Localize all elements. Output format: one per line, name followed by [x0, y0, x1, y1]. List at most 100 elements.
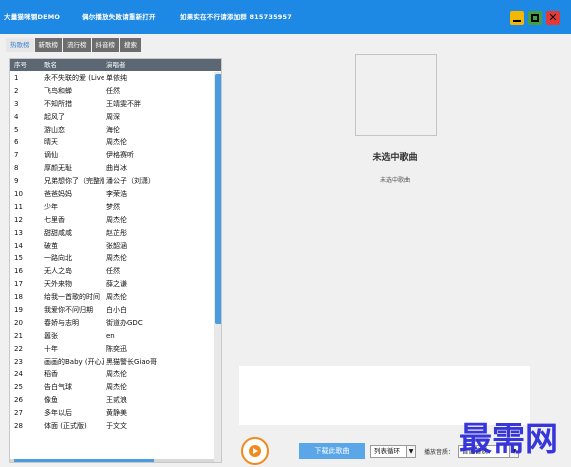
header-name[interactable]: 歌名: [44, 59, 57, 71]
current-song-subtitle: 未选中歌曲: [379, 177, 410, 184]
table-row[interactable]: 19 我爱你不问归期 白小白: [10, 304, 214, 317]
row-artist: 周杰伦: [106, 138, 127, 147]
table-row[interactable]: 22 十年 陈奕迅: [10, 343, 214, 356]
row-artist: 周杰伦: [106, 215, 127, 224]
table-row[interactable]: 16 无人之岛 任然: [10, 265, 214, 278]
row-song-name: 像鱼: [44, 396, 58, 405]
quality-label: 播放音质：: [424, 449, 455, 456]
row-song-name: 我爱你不问归期: [44, 306, 93, 315]
tab-pop[interactable]: 流行榜: [63, 38, 91, 52]
row-artist: 张韶涵: [106, 241, 127, 250]
row-artist: 于文文: [106, 422, 127, 431]
row-index: 12: [14, 215, 23, 224]
table-row[interactable]: 4 起风了 周深: [10, 111, 214, 124]
song-list: 序号 歌名 演唱者 1 永不失联的爱 (Live) 单依纯 2 飞鸟和蝉 任然 3 不知所措王…: [9, 58, 222, 463]
play-button[interactable]: [241, 437, 269, 465]
row-song-name: 飞鸟和蝉: [44, 86, 72, 95]
table-row[interactable]: 5 游山恋 海伦: [10, 124, 214, 137]
row-artist: 王靖雯不胖: [106, 99, 141, 108]
table-row[interactable]: 21 嚣张 en: [10, 330, 214, 343]
contact-text: 如果实在不行请添加群 815735957: [180, 13, 292, 21]
row-artist: 黄静美: [106, 409, 127, 418]
table-row[interactable]: 6 晴天 周杰伦: [10, 136, 214, 149]
row-song-name: 一路向北: [44, 254, 72, 263]
chart-tabs: 热歌榜 新歌榜 流行榜 抖音榜 搜索: [6, 38, 142, 52]
table-row[interactable]: 28 体面 (正式版) 于文文: [10, 420, 214, 433]
table-row[interactable]: 1 永不失联的爱 (Live) 单依纯: [10, 72, 214, 85]
close-button[interactable]: ✕: [546, 11, 560, 25]
row-song-name: 嚣张: [44, 331, 58, 340]
app-window: 大量猫咪钢DEMO 偶尔播放失败请重新打开 如果实在不行请添加群 8157359…: [0, 0, 571, 467]
row-artist: 周杰伦: [106, 254, 127, 263]
download-button[interactable]: 下载此歌曲: [299, 443, 365, 459]
row-artist: 街道办GDC: [106, 318, 143, 327]
tab-search[interactable]: 搜索: [120, 38, 141, 52]
row-index: 15: [14, 254, 23, 263]
row-song-name: 天外来物: [44, 280, 72, 289]
header-artist[interactable]: 演唱者: [106, 59, 126, 71]
row-song-name: 春娇与志明: [44, 318, 79, 327]
row-index: 11: [14, 202, 23, 211]
loop-mode-select[interactable]: 列表循环 ▼: [370, 445, 416, 458]
row-song-name: 爸爸妈妈: [44, 190, 72, 199]
table-row[interactable]: 15 一路向北 周杰伦: [10, 252, 214, 265]
table-row[interactable]: 23 画画的Baby (开心真...黑猫警长Giao哥: [10, 356, 214, 369]
table-row[interactable]: 7 谪仙 伊格赛听: [10, 149, 214, 162]
row-song-name: 给我一首歌的时间: [44, 293, 100, 302]
row-index: 5: [14, 125, 19, 134]
table-row[interactable]: 26 像鱼 王贰浪: [10, 394, 214, 407]
table-row[interactable]: 18 给我一首歌的时间 周杰伦: [10, 291, 214, 304]
row-index: 4: [14, 112, 19, 121]
table-row[interactable]: 3 不知所措 王靖雯不胖: [10, 98, 214, 111]
minimize-button[interactable]: [510, 11, 524, 25]
horizontal-scroll-thumb[interactable]: [14, 459, 154, 462]
row-song-name: 无人之岛: [44, 267, 72, 276]
row-index: 7: [14, 151, 19, 160]
row-song-name: 画画的Baby (开心真...: [44, 357, 104, 366]
table-row[interactable]: 13 甜甜咸咸 赵芷彤: [10, 227, 214, 240]
tab-douyin[interactable]: 抖音榜: [91, 38, 119, 52]
table-row[interactable]: 10 爸爸妈妈 李荣浩: [10, 188, 214, 201]
table-row[interactable]: 9 兄弟想你了（完整版...潘公子（刘潇）: [10, 175, 214, 188]
table-row[interactable]: 17 天外来物 薛之谦: [10, 278, 214, 291]
row-song-name: 永不失联的爱 (Live): [44, 74, 104, 82]
row-artist: 潘公子（刘潇）: [106, 177, 155, 186]
tab-hot[interactable]: 热歌榜: [6, 38, 34, 52]
table-row[interactable]: 27 多年以后 黄静美: [10, 407, 214, 420]
row-song-name: 不知所措: [44, 99, 72, 108]
tab-new[interactable]: 新歌榜: [34, 38, 62, 52]
row-index: 1: [14, 74, 19, 82]
table-row[interactable]: 14 破茧 张韶涵: [10, 240, 214, 253]
album-cover: [355, 54, 437, 136]
vertical-scrollbar[interactable]: [214, 72, 221, 462]
maximize-button[interactable]: [528, 11, 542, 25]
row-index: 26: [14, 396, 23, 405]
row-index: 21: [14, 331, 23, 340]
row-index: 14: [14, 241, 23, 250]
table-row[interactable]: 25 告白气球 周杰伦: [10, 381, 214, 394]
table-row[interactable]: 24 稻香 周杰伦: [10, 368, 214, 381]
current-song-title: 未选中歌曲: [372, 153, 418, 163]
row-artist: 周杰伦: [106, 370, 127, 379]
row-index: 3: [14, 99, 19, 108]
header-index[interactable]: 序号: [14, 59, 27, 71]
table-row[interactable]: 8 厚颜无耻 曲肖冰: [10, 162, 214, 175]
row-artist: 周杰伦: [106, 293, 127, 302]
list-header: 序号 歌名 演唱者: [10, 59, 221, 71]
row-index: 27: [14, 409, 23, 418]
row-song-name: 体面 (正式版): [44, 422, 87, 431]
table-row[interactable]: 20 春娇与志明 街道办GDC: [10, 317, 214, 330]
row-artist: 李荣浩: [106, 190, 127, 199]
row-index: 19: [14, 306, 23, 315]
watermark: 最需网: [459, 419, 558, 458]
row-artist: en: [106, 331, 115, 340]
row-song-name: 晴天: [44, 138, 58, 147]
row-song-name: 破茧: [44, 241, 58, 250]
row-song-name: 游山恋: [44, 125, 65, 134]
vertical-scroll-thumb[interactable]: [215, 74, 221, 324]
table-row[interactable]: 11 少年 梦然: [10, 201, 214, 214]
table-row[interactable]: 12 七里香 周杰伦: [10, 214, 214, 227]
row-index: 10: [14, 190, 23, 199]
table-row[interactable]: 2 飞鸟和蝉 任然: [10, 85, 214, 98]
horizontal-scrollbar[interactable]: [10, 459, 214, 462]
